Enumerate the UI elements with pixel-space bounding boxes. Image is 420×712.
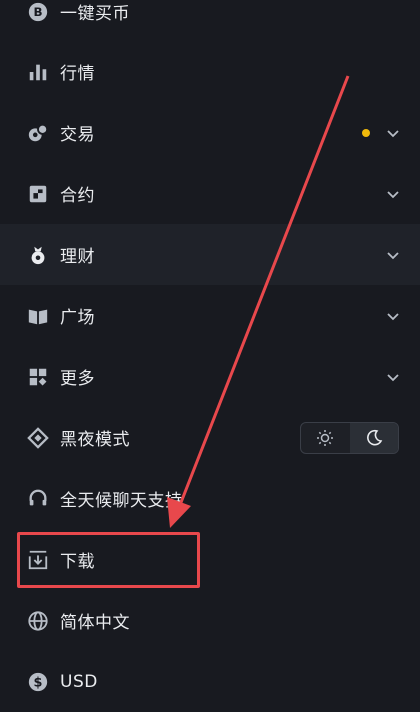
annotation-arrow-icon	[167, 75, 350, 528]
